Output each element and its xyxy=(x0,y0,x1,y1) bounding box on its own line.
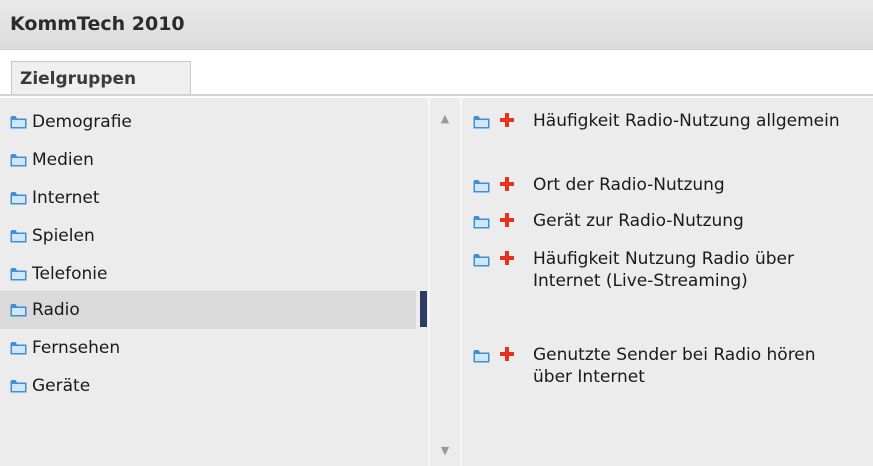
category-item-fernsehen[interactable]: Fernsehen xyxy=(0,329,416,367)
subitem-label: Häufigkeit Nutzung Radio über Internet (… xyxy=(533,249,794,291)
plus-icon[interactable] xyxy=(498,345,516,363)
subitem-haeufigkeit-radio-nutzung[interactable]: Häufigkeit Radio-Nutzung allgemein xyxy=(462,110,867,154)
scroll-up-arrow-icon[interactable]: ▲ xyxy=(430,112,460,128)
scrollbar[interactable]: ▲ ▼ xyxy=(430,98,460,466)
plus-icon[interactable] xyxy=(498,175,516,193)
folder-icon xyxy=(473,349,490,363)
folder-icon xyxy=(10,303,27,317)
folder-icon xyxy=(473,179,490,193)
category-label: Demografie xyxy=(32,112,132,132)
subitem-label: Häufigkeit Radio-Nutzung allgemein xyxy=(533,111,840,131)
subitem-list: Häufigkeit Radio-Nutzung allgemein Ort d… xyxy=(462,98,873,466)
category-label: Radio xyxy=(32,300,80,320)
category-item-medien[interactable]: Medien xyxy=(0,141,416,179)
folder-icon xyxy=(10,153,27,167)
plus-icon[interactable] xyxy=(498,249,516,267)
folder-icon xyxy=(10,115,27,129)
category-item-internet[interactable]: Internet xyxy=(0,179,416,217)
category-label: Fernsehen xyxy=(32,338,121,358)
folder-icon xyxy=(473,253,490,267)
title-bar: KommTech 2010 xyxy=(0,0,873,50)
tab-zielgruppen[interactable]: Zielgruppen xyxy=(11,61,191,94)
subitem-haeufigkeit-nutzung-radio-internet[interactable]: Häufigkeit Nutzung Radio über Internet (… xyxy=(462,248,867,314)
folder-icon xyxy=(10,229,27,243)
subitem-geraet-zur-radio-nutzung[interactable]: Gerät zur Radio-Nutzung xyxy=(462,210,867,232)
subitem-ort-der-radio-nutzung[interactable]: Ort der Radio-Nutzung xyxy=(462,174,867,196)
category-item-telefonie[interactable]: Telefonie xyxy=(0,255,416,293)
subitem-label: Genutzte Sender bei Radio hören über Int… xyxy=(533,345,816,387)
category-list: Demografie Medien Internet Spielen Telef… xyxy=(0,98,428,466)
folder-icon xyxy=(10,379,27,393)
category-item-geraete[interactable]: Geräte xyxy=(0,367,416,405)
folder-icon xyxy=(10,191,27,205)
tab-strip: Zielgruppen xyxy=(0,50,873,96)
category-label: Telefonie xyxy=(32,264,108,284)
category-item-demografie[interactable]: Demografie xyxy=(0,103,416,141)
scroll-down-arrow-icon[interactable]: ▼ xyxy=(430,444,460,460)
selection-marker xyxy=(420,291,427,327)
subitem-label: Gerät zur Radio-Nutzung xyxy=(533,211,744,231)
plus-icon[interactable] xyxy=(498,111,516,129)
category-label: Internet xyxy=(32,188,100,208)
plus-icon[interactable] xyxy=(498,211,516,229)
subitem-label: Ort der Radio-Nutzung xyxy=(533,175,725,195)
folder-icon xyxy=(473,115,490,129)
category-item-spielen[interactable]: Spielen xyxy=(0,217,416,255)
folder-icon xyxy=(10,267,27,281)
folder-icon xyxy=(10,341,27,355)
category-label: Geräte xyxy=(32,376,91,396)
app-title: KommTech 2010 xyxy=(10,13,185,35)
tab-underline xyxy=(0,94,873,96)
category-label: Medien xyxy=(32,150,94,170)
category-label: Spielen xyxy=(32,226,95,246)
subitem-genutzte-sender[interactable]: Genutzte Sender bei Radio hören über Int… xyxy=(462,344,867,388)
folder-icon xyxy=(473,215,490,229)
category-item-radio[interactable]: Radio xyxy=(0,291,416,329)
